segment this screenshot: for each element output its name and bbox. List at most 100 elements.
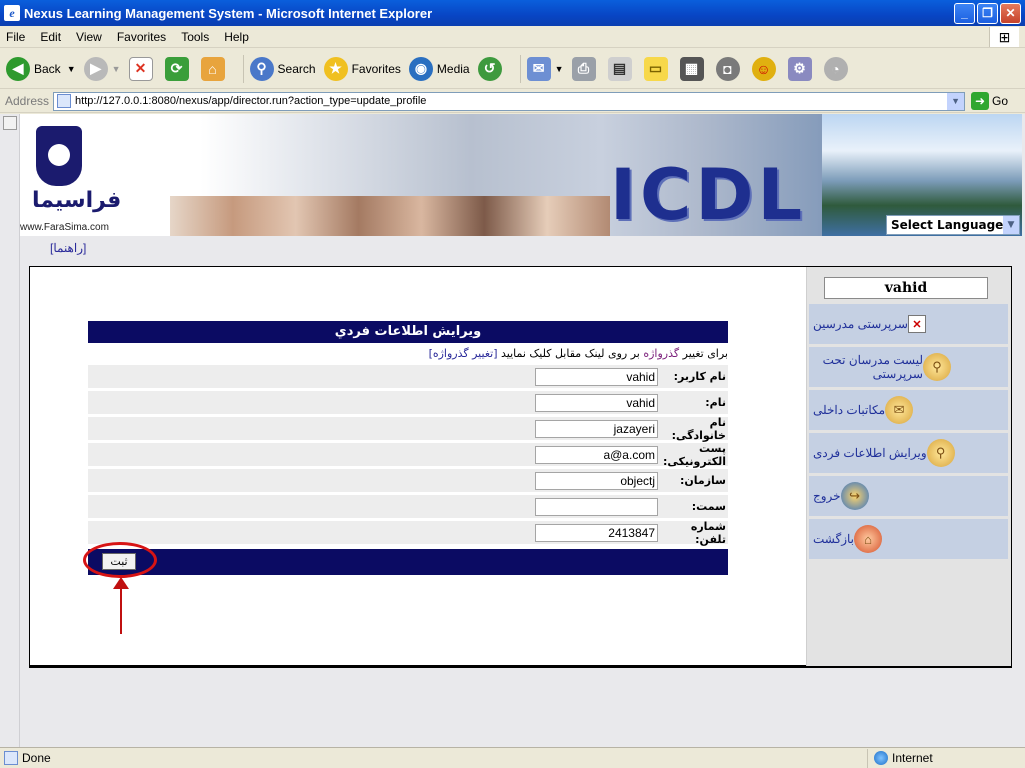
field-row-email: پست الکترونیکی: bbox=[88, 441, 728, 468]
yahoo-button[interactable]: ☺ bbox=[751, 56, 780, 81]
close-button[interactable]: ✕ bbox=[1000, 3, 1021, 24]
maximize-button[interactable]: ❐ bbox=[977, 3, 998, 24]
annotation-arrow-shaft bbox=[120, 582, 122, 634]
field-label: نام: bbox=[705, 396, 726, 409]
smiley-icon: ☺ bbox=[751, 56, 776, 81]
farasima-logo: فراسیما www.FaraSima.com bbox=[20, 122, 130, 233]
sidebar-item-internal-mail[interactable]: ✉ مکاتبات داخلی bbox=[809, 390, 1008, 430]
pw-suffix: بر روی لینک مقابل کلیک نمایید bbox=[497, 347, 644, 360]
stop-button[interactable]: ✕ bbox=[128, 56, 157, 81]
search-button[interactable]: ⚲ Search bbox=[249, 56, 316, 81]
page-content: فراسیما www.FaraSima.com ICDL Select Lan… bbox=[0, 114, 1025, 747]
note-icon: ▭ bbox=[643, 56, 668, 81]
back-arrow-icon: ◀ bbox=[6, 56, 30, 81]
menu-view[interactable]: View bbox=[76, 30, 102, 44]
history-button[interactable]: ↺ bbox=[477, 56, 506, 81]
address-url: http://127.0.0.1:8080/nexus/app/director… bbox=[75, 95, 427, 107]
sidebar-item-logout[interactable]: ↪ خروج bbox=[809, 476, 1008, 516]
menu-favorites[interactable]: Favorites bbox=[117, 30, 166, 44]
language-dropdown-icon: ▼ bbox=[1003, 216, 1019, 234]
title-bar: e Nexus Learning Management System - Mic… bbox=[0, 0, 1025, 26]
discuss-button[interactable]: ▭ bbox=[643, 56, 672, 81]
back-label: Back bbox=[34, 61, 61, 76]
mail-button[interactable]: ✉ ▼ bbox=[526, 56, 564, 81]
field-label: سازمان: bbox=[679, 474, 726, 487]
field-label: شماره تلفن: bbox=[690, 519, 726, 546]
go-button[interactable]: ➜ Go bbox=[971, 92, 1008, 110]
lastname-field[interactable] bbox=[535, 419, 658, 438]
minimize-button[interactable]: _ bbox=[954, 3, 975, 24]
position-field[interactable] bbox=[535, 497, 658, 516]
field-label: نام خانوادگی: bbox=[671, 415, 726, 442]
window-controls: _ ❐ ✕ bbox=[954, 3, 1021, 24]
address-label: Address bbox=[5, 94, 50, 108]
envelope-icon: ✉ bbox=[885, 396, 914, 424]
forward-button[interactable]: ▶ ▼ bbox=[83, 56, 121, 81]
change-password-link[interactable]: [تغییر گذرواژه] bbox=[429, 347, 498, 360]
field-row-username: نام کاربر: bbox=[88, 365, 728, 388]
sidebar-item-label: سرپرستی مدرسین bbox=[813, 317, 908, 331]
address-input[interactable]: http://127.0.0.1:8080/nexus/app/director… bbox=[53, 91, 966, 111]
status-done: Done bbox=[0, 748, 868, 768]
chat-button[interactable]: ◔ bbox=[823, 56, 852, 81]
password-change-line: برای تغییر گذرواژه بر روی لینک مقابل کلی… bbox=[88, 347, 728, 363]
username-field[interactable] bbox=[535, 367, 658, 386]
mail-dropdown-icon[interactable]: ▼ bbox=[555, 64, 564, 74]
messenger-button[interactable]: ◘ bbox=[715, 56, 744, 81]
language-select[interactable]: Select Language ▼ bbox=[886, 215, 1020, 235]
menu-help[interactable]: Help bbox=[224, 30, 249, 44]
back-dropdown-icon[interactable]: ▼ bbox=[67, 64, 76, 74]
sidebar-item-edit-profile[interactable]: ⚲ ویرایش اطلاعات فردی bbox=[809, 433, 1008, 473]
logo-mark bbox=[36, 126, 82, 186]
home-icon: ⌂ bbox=[200, 56, 225, 81]
username-display: vahid bbox=[824, 277, 988, 299]
annotation-circle bbox=[83, 542, 157, 578]
menu-tools[interactable]: Tools bbox=[181, 30, 209, 44]
tools-icon: ⚙ bbox=[787, 56, 812, 81]
address-dropdown-icon[interactable]: ▼ bbox=[947, 92, 965, 110]
sidebar-item-supervised-teachers[interactable]: ⚲ لیست مدرسان تحت سرپرستی bbox=[809, 347, 1008, 387]
browser-window: e Nexus Learning Management System - Mic… bbox=[0, 0, 1025, 768]
refresh-button[interactable]: ⟳ bbox=[164, 56, 193, 81]
print-button[interactable]: ⎙ bbox=[571, 56, 600, 81]
menu-edit[interactable]: Edit bbox=[40, 30, 61, 44]
form-title: ويرايش اطلاعات فردي bbox=[88, 321, 728, 343]
tools-button[interactable]: ⚙ bbox=[787, 56, 816, 81]
field-label: پست الکترونیکی: bbox=[662, 441, 726, 468]
search-label: Search bbox=[277, 61, 316, 76]
favorites-button[interactable]: ★ Favorites bbox=[323, 56, 401, 81]
help-link[interactable]: [راهنما] bbox=[50, 241, 86, 255]
left-gutter bbox=[0, 114, 20, 747]
go-label: Go bbox=[992, 94, 1009, 108]
edit-button[interactable]: ▤ bbox=[607, 56, 636, 81]
logo-text: فراسیما bbox=[32, 188, 122, 213]
close-box-icon: ✕ bbox=[907, 315, 926, 333]
home-button[interactable]: ⌂ bbox=[200, 56, 229, 81]
media-label: Media bbox=[436, 61, 470, 76]
page-icon bbox=[57, 94, 72, 108]
forward-dropdown-icon[interactable]: ▼ bbox=[112, 64, 121, 74]
internet-globe-icon bbox=[874, 751, 888, 765]
organization-field[interactable] bbox=[535, 471, 658, 490]
zone-text: Internet bbox=[892, 751, 933, 765]
firstname-field[interactable] bbox=[535, 393, 658, 412]
mail-icon: ✉ bbox=[526, 56, 551, 81]
sidebar-item-teacher-supervision[interactable]: ✕ سرپرستی مدرسین bbox=[809, 304, 1008, 344]
language-select-value: Select Language bbox=[891, 218, 1004, 232]
field-row-organization: سازمان: bbox=[88, 469, 728, 492]
phone-field[interactable] bbox=[535, 523, 658, 542]
forward-arrow-icon: ▶ bbox=[83, 56, 108, 81]
tv-icon: ◘ bbox=[715, 56, 740, 81]
menu-file[interactable]: File bbox=[6, 30, 25, 44]
gutter-checkbox[interactable] bbox=[3, 116, 17, 130]
sidebar-item-back[interactable]: ⌂ بازگشت bbox=[809, 519, 1008, 559]
media-button[interactable]: ◉ Media bbox=[408, 56, 470, 81]
research-button[interactable]: ▦ bbox=[679, 56, 708, 81]
back-button[interactable]: ◀ Back ▼ bbox=[6, 56, 76, 81]
windows-flag-icon: ⊞ bbox=[989, 27, 1019, 47]
toolbar: ◀ Back ▼ ▶ ▼ ✕ ⟳ ⌂ ⚲ Search ★ Favorites … bbox=[0, 49, 1025, 89]
toolbar-separator bbox=[242, 54, 244, 83]
field-row-position: سمت: bbox=[88, 495, 728, 518]
search-icon: ⚲ bbox=[249, 56, 274, 81]
email-field[interactable] bbox=[535, 445, 658, 464]
